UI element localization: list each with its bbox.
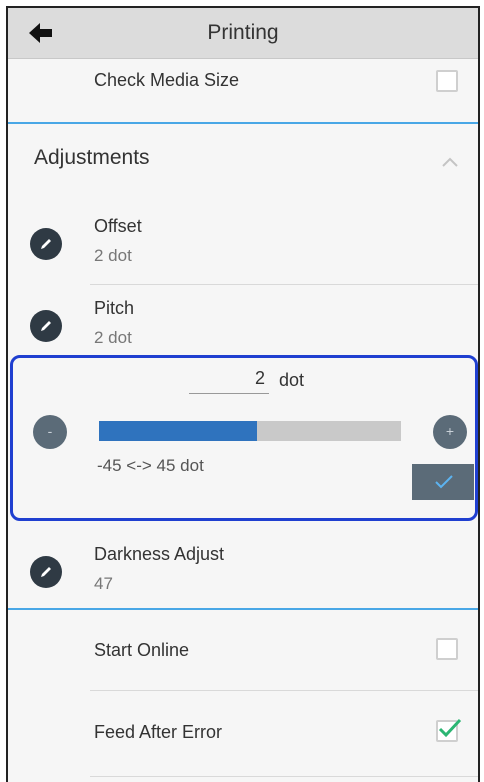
checkmark-icon: [435, 475, 453, 489]
darkness-adjust-row[interactable]: Darkness Adjust 47: [8, 524, 478, 604]
pitch-slider[interactable]: [99, 421, 401, 441]
feed-after-error-row[interactable]: Feed After Error: [8, 692, 478, 772]
pitch-value-input[interactable]: 2: [189, 368, 269, 394]
offset-row[interactable]: Offset 2 dot: [8, 204, 478, 286]
pencil-icon: [41, 567, 51, 577]
darkness-adjust-value: 47: [94, 574, 113, 593]
feed-after-error-checkbox[interactable]: [436, 718, 462, 742]
check-media-size-label: Check Media Size: [94, 70, 240, 90]
page-title: Printing: [207, 21, 279, 44]
darkness-edit-button[interactable]: [30, 556, 62, 588]
check-media-size-checkbox[interactable]: [436, 70, 458, 92]
pitch-row[interactable]: Pitch 2 dot: [8, 286, 478, 356]
pitch-unit-label: dot: [279, 370, 305, 390]
pitch-value: 2 dot: [94, 328, 132, 347]
divider: [90, 690, 478, 691]
divider: [90, 284, 478, 285]
pencil-icon: [41, 239, 51, 249]
pitch-label: Pitch: [94, 298, 135, 318]
start-online-row[interactable]: Start Online: [8, 610, 478, 690]
pitch-range-label: -45 <-> 45 dot: [97, 456, 204, 475]
printing-screen: Printing Check Media Size Adjustments Of…: [6, 6, 480, 782]
chevron-up-icon[interactable]: [441, 156, 459, 168]
decrement-button[interactable]: -: [33, 415, 67, 449]
header-bar: Printing: [8, 8, 478, 59]
offset-label: Offset: [94, 216, 142, 236]
pencil-icon: [41, 321, 51, 331]
pitch-editor-panel: 2 dot - + -45 <-> 45 dot: [10, 355, 478, 521]
offset-value: 2 dot: [94, 246, 132, 265]
adjustments-section-header[interactable]: Adjustments: [8, 124, 478, 196]
increment-button[interactable]: +: [433, 415, 467, 449]
checkmark-icon: [438, 718, 462, 738]
adjustments-title: Adjustments: [34, 146, 150, 169]
pitch-edit-button[interactable]: [30, 310, 62, 342]
pitch-slider-fill: [99, 421, 257, 441]
darkness-adjust-label: Darkness Adjust: [94, 544, 225, 564]
divider: [90, 776, 478, 777]
offset-edit-button[interactable]: [30, 228, 62, 260]
feed-after-error-label: Feed After Error: [94, 722, 223, 742]
check-media-size-row[interactable]: Check Media Size: [8, 58, 478, 124]
start-online-checkbox[interactable]: [436, 638, 458, 660]
start-online-label: Start Online: [94, 640, 190, 660]
confirm-button[interactable]: [412, 464, 474, 500]
